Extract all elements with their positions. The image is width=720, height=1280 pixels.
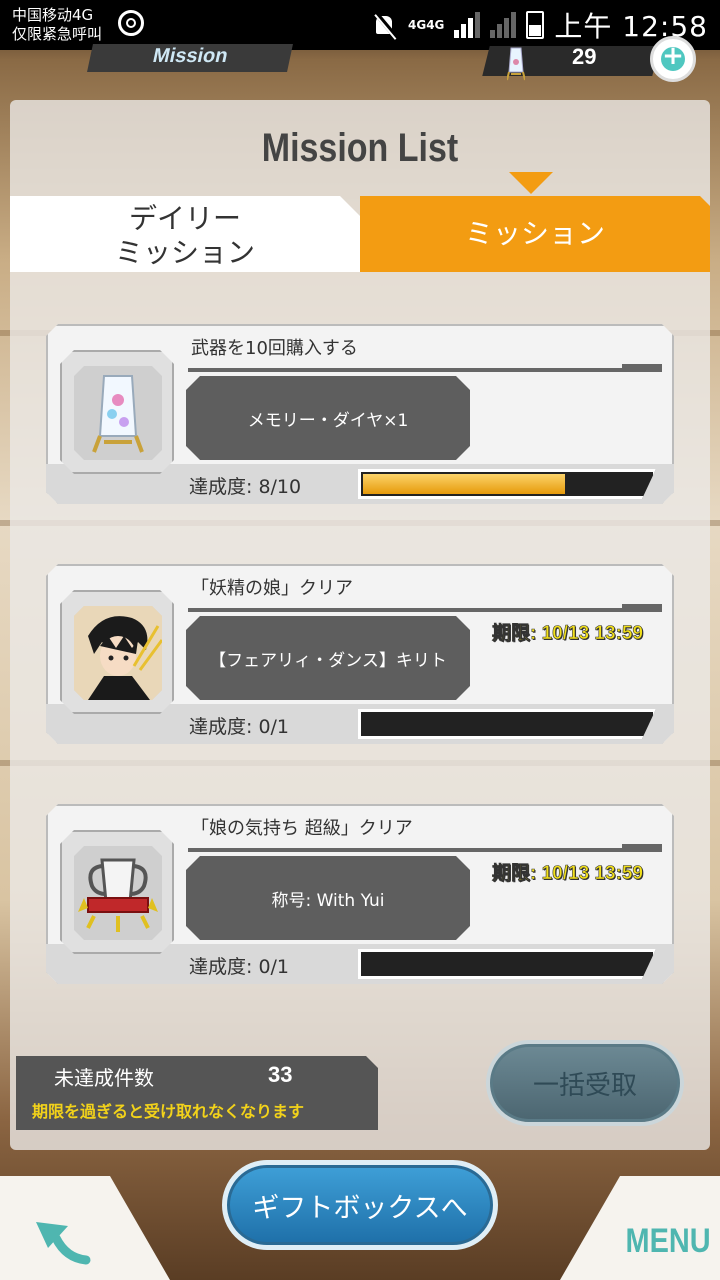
claim-all-button[interactable]: 一括受取 — [486, 1040, 684, 1126]
gem-count: 29 — [572, 44, 597, 69]
remaining-count: 33 — [268, 1062, 293, 1087]
progress-label: 達成度: 0/1 — [189, 956, 290, 978]
icon-inner — [74, 606, 162, 700]
mission-card[interactable]: 「娘の気持ち 超級」クリア 称号: With Yui 期限: 10/13 13:… — [46, 804, 674, 984]
divider — [188, 604, 662, 612]
mission-title: 武器を10回購入する — [191, 338, 358, 359]
carrier-line2: 仅限紧急呼叫 — [12, 25, 103, 43]
section-tab: Mission — [87, 44, 293, 72]
progress-bar — [358, 709, 656, 739]
mission-title: 「妖精の娘」クリア — [191, 578, 353, 599]
tab-mission[interactable]: ミッション — [360, 196, 710, 272]
tab-label-line2: ミッション — [114, 236, 255, 269]
active-tab-pointer — [509, 172, 553, 194]
progress-label: 達成度: 0/1 — [189, 716, 290, 738]
reward-label: メモリー・ダイヤ×1 — [186, 376, 470, 460]
settings-ring-icon — [118, 10, 144, 36]
menu-label[interactable]: MENU — [626, 1222, 711, 1261]
gift-box-button[interactable]: ギフトボックスへ — [222, 1160, 498, 1250]
page-title: Mission List — [261, 126, 459, 170]
reward-icon-frame — [60, 590, 174, 714]
reward-icon-frame — [60, 350, 174, 474]
progress-fill — [363, 474, 565, 494]
signal-icon — [490, 12, 517, 38]
tab-daily-mission[interactable]: デイリー ミッション — [10, 196, 360, 272]
divider — [188, 364, 662, 372]
tab-label-line1: デイリー — [128, 202, 241, 235]
mute-icon — [372, 12, 398, 38]
carrier-info: 中国移动4G 仅限紧急呼叫 — [12, 6, 102, 44]
game-header: Mission 29 — [0, 44, 720, 96]
tab-label: ミッション — [464, 217, 605, 250]
progress-bar — [358, 469, 656, 499]
add-gems-button[interactable] — [650, 36, 696, 82]
remaining-label: 未達成件数 — [54, 1066, 154, 1090]
memory-diamond-icon — [507, 47, 525, 81]
reward-text: 称号: With Yui — [271, 890, 385, 911]
network-type: 4G4G — [408, 17, 445, 32]
divider — [188, 844, 662, 852]
progress-label: 達成度: 8/10 — [189, 476, 302, 498]
signal-icon — [454, 12, 481, 38]
reward-icon-frame — [60, 830, 174, 954]
reward-label: 【フェアリィ・ダンス】キリト — [186, 616, 470, 700]
progress-bar — [358, 949, 656, 979]
reward-label: 称号: With Yui — [186, 856, 470, 940]
memory-diamond-icon — [92, 375, 144, 453]
kirito-portrait-icon — [74, 606, 162, 700]
claim-all-label: 一括受取 — [532, 1070, 637, 1101]
reward-text: メモリー・ダイヤ×1 — [247, 410, 409, 431]
icon-inner — [74, 366, 162, 460]
mission-card[interactable]: 武器を10回購入する メモリー・ダイヤ×1 達成度: 8/10 — [46, 324, 674, 504]
battery-icon — [526, 11, 545, 39]
deadline-label: 期限: 10/13 13:59 — [492, 863, 644, 885]
mission-card[interactable]: 「妖精の娘」クリア 【フェアリィ・ダンス】キリト 期限: 10/13 13:59… — [46, 564, 674, 744]
reward-text: 【フェアリィ・ダンス】キリト — [209, 650, 447, 671]
carrier-line1: 中国移动4G — [12, 6, 94, 24]
deadline-label: 期限: 10/13 13:59 — [492, 623, 644, 645]
remaining-note: 期限を過ぎると受け取れなくなります — [32, 1102, 305, 1121]
back-arrow-icon[interactable] — [26, 1208, 96, 1268]
trophy-title-icon — [78, 858, 158, 932]
status-bar: 中国移动4G 仅限紧急呼叫 4G4G 上午 12:58 — [0, 0, 720, 50]
mission-title: 「娘の気持ち 超級」クリア — [191, 818, 413, 839]
gift-box-label: ギフトボックスへ — [252, 1192, 468, 1224]
status-right: 4G4G 上午 12:58 — [372, 6, 708, 44]
icon-inner — [74, 846, 162, 940]
